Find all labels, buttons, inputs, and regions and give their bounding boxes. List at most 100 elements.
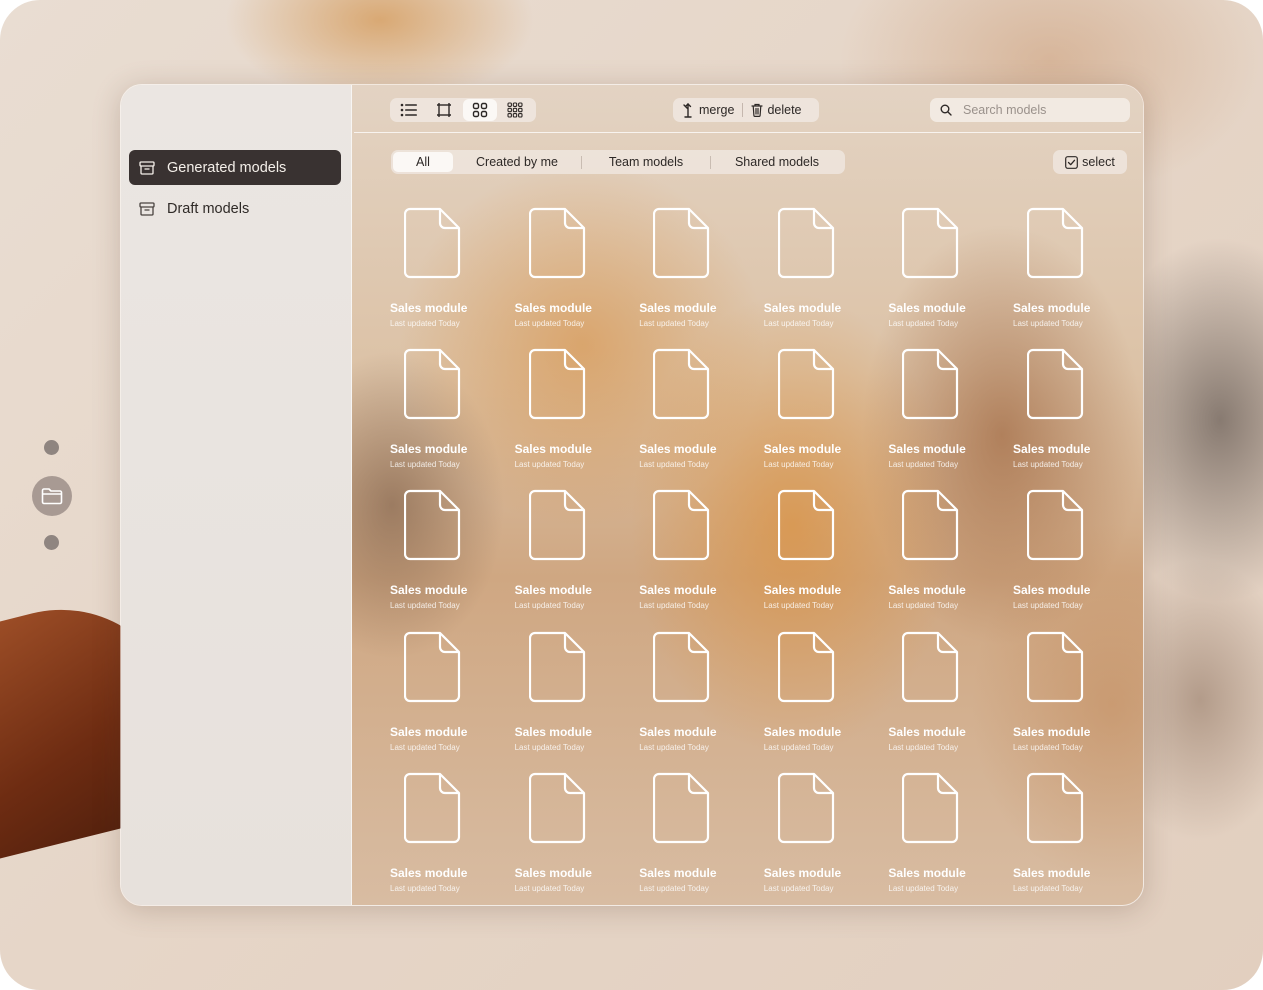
file-icon xyxy=(1027,631,1084,702)
tab-label: Shared models xyxy=(734,155,820,169)
trash-icon xyxy=(751,103,764,117)
file-icon xyxy=(1027,490,1084,561)
model-card[interactable]: Sales module Last updated Today xyxy=(639,348,759,473)
file-icon xyxy=(777,772,834,843)
file-icon xyxy=(528,631,585,702)
tab-shared-models[interactable]: Shared models xyxy=(711,152,843,172)
model-title: Sales module xyxy=(514,301,592,315)
dense-grid-view-button[interactable] xyxy=(499,99,533,121)
model-card[interactable]: Sales module Last updated Today xyxy=(390,772,510,897)
list-view-button[interactable] xyxy=(392,99,426,121)
file-icon xyxy=(404,349,461,420)
model-card[interactable]: Sales module Last updated Today xyxy=(390,631,510,756)
model-card[interactable]: Sales module Last updated Today xyxy=(764,489,884,614)
model-card[interactable]: Sales module Last updated Today xyxy=(888,631,1008,756)
tab-label: Team models xyxy=(608,155,684,169)
model-card[interactable]: Sales module Last updated Today xyxy=(639,631,759,756)
model-updated: Last updated Today xyxy=(639,742,709,752)
model-card[interactable]: Sales module Last updated Today xyxy=(1013,772,1133,897)
select-button[interactable]: select xyxy=(1053,150,1127,174)
model-card[interactable]: Sales module Last updated Today xyxy=(515,772,635,897)
folder-button[interactable] xyxy=(32,476,72,516)
model-title: Sales module xyxy=(639,301,717,315)
model-title: Sales module xyxy=(1013,301,1091,315)
file-icon xyxy=(528,207,585,279)
model-card[interactable]: Sales module Last updated Today xyxy=(515,348,635,473)
model-title: Sales module xyxy=(1013,865,1091,880)
model-updated: Last updated Today xyxy=(639,460,709,470)
model-updated: Last updated Today xyxy=(514,319,585,328)
file-icon xyxy=(404,772,461,843)
model-card[interactable]: Sales module Last updated Today xyxy=(888,348,1008,473)
model-title: Sales module xyxy=(390,865,468,880)
list-view-icon xyxy=(400,103,417,117)
action-group: merge delete xyxy=(673,98,819,122)
model-title: Sales module xyxy=(390,301,468,315)
sidebar: Generated models Draft models xyxy=(121,85,352,905)
model-updated: Last updated Today xyxy=(514,742,585,752)
model-title: Sales module xyxy=(514,865,592,880)
model-card[interactable]: Sales module Last updated Today xyxy=(639,489,759,614)
model-card[interactable]: Sales module Last updated Today xyxy=(1013,489,1133,614)
sidebar-item-label: Draft models xyxy=(167,200,250,217)
model-updated: Last updated Today xyxy=(888,742,959,752)
model-updated: Last updated Today xyxy=(639,601,709,611)
model-updated: Last updated Today xyxy=(390,460,460,470)
model-card[interactable]: Sales module Last updated Today xyxy=(1013,348,1133,473)
delete-button[interactable]: delete xyxy=(743,98,809,122)
main-panel: merge delete All Created by me Team mode… xyxy=(352,85,1143,905)
sidebar-item-generated-models[interactable]: Generated models xyxy=(129,150,341,185)
model-card[interactable]: Sales module Last updated Today xyxy=(390,207,510,332)
model-title: Sales module xyxy=(390,442,468,457)
model-card[interactable]: Sales module Last updated Today xyxy=(515,207,635,332)
frame-view-icon xyxy=(437,103,452,117)
models-window: Generated models Draft models merge dele… xyxy=(120,84,1144,906)
file-icon xyxy=(777,207,834,279)
file-icon xyxy=(653,490,710,561)
tab-all[interactable]: All xyxy=(393,152,453,172)
model-card[interactable]: Sales module Last updated Today xyxy=(764,348,884,473)
model-updated: Last updated Today xyxy=(639,319,709,328)
model-card[interactable]: Sales module Last updated Today xyxy=(515,631,635,756)
file-icon xyxy=(902,207,959,279)
model-title: Sales module xyxy=(888,865,966,880)
model-card[interactable]: Sales module Last updated Today xyxy=(639,207,759,332)
file-icon xyxy=(653,349,710,420)
tab-label: Created by me xyxy=(476,155,558,169)
model-card[interactable]: Sales module Last updated Today xyxy=(390,489,510,614)
model-card[interactable]: Sales module Last updated Today xyxy=(390,348,510,473)
model-card[interactable]: Sales module Last updated Today xyxy=(1013,207,1133,332)
grid-view-button[interactable] xyxy=(463,99,497,121)
model-title: Sales module xyxy=(763,865,842,880)
rail-dot-bottom[interactable] xyxy=(44,535,59,550)
sidebar-item-draft-models[interactable]: Draft models xyxy=(129,191,341,226)
model-card[interactable]: Sales module Last updated Today xyxy=(764,631,884,756)
tab-created-by-me[interactable]: Created by me xyxy=(453,152,581,172)
model-card[interactable]: Sales module Last updated Today xyxy=(764,772,884,897)
model-updated: Last updated Today xyxy=(1013,319,1083,328)
model-card[interactable]: Sales module Last updated Today xyxy=(1013,631,1133,756)
tab-team-models[interactable]: Team models xyxy=(582,152,710,172)
rail-dot-top[interactable] xyxy=(44,440,59,455)
file-icon xyxy=(528,349,585,420)
model-updated: Last updated Today xyxy=(514,883,585,893)
model-updated: Last updated Today xyxy=(888,601,959,611)
model-title: Sales module xyxy=(763,583,842,598)
model-title: Sales module xyxy=(514,724,592,739)
search-box xyxy=(930,98,1130,122)
model-card[interactable]: Sales module Last updated Today xyxy=(888,489,1008,614)
frame-view-button[interactable] xyxy=(428,99,462,121)
model-title: Sales module xyxy=(888,724,966,739)
model-title: Sales module xyxy=(639,865,717,880)
merge-button[interactable]: merge xyxy=(673,98,742,122)
file-icon xyxy=(404,490,461,561)
search-input[interactable] xyxy=(963,103,1113,117)
model-updated: Last updated Today xyxy=(514,460,585,470)
model-card[interactable]: Sales module Last updated Today xyxy=(764,207,884,332)
file-icon xyxy=(777,490,834,561)
model-card[interactable]: Sales module Last updated Today xyxy=(888,207,1008,332)
model-card[interactable]: Sales module Last updated Today xyxy=(639,772,759,897)
model-title: Sales module xyxy=(1013,724,1091,739)
model-card[interactable]: Sales module Last updated Today xyxy=(888,772,1008,897)
model-card[interactable]: Sales module Last updated Today xyxy=(515,489,635,614)
